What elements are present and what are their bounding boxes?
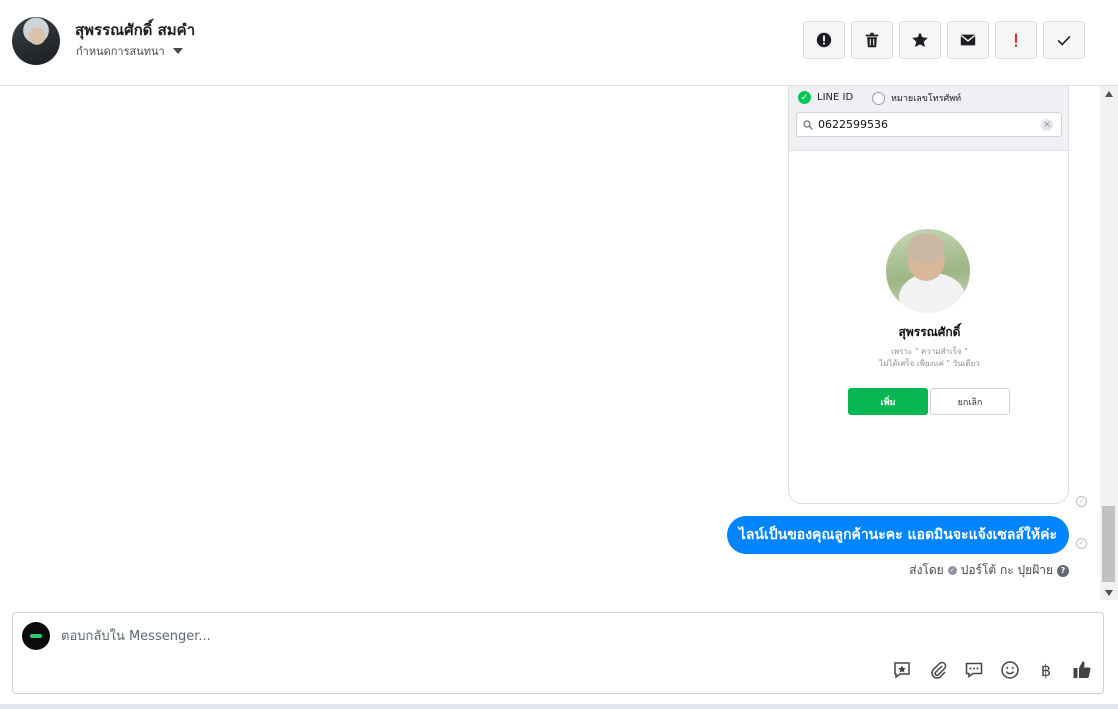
radio-icon xyxy=(872,91,885,105)
line-id-label: LINE ID xyxy=(817,92,854,103)
phone-number-option: หมายเลขโทรศัพท์ xyxy=(872,91,961,105)
line-profile-photo xyxy=(886,229,970,313)
like-button[interactable] xyxy=(1071,659,1093,681)
star-button[interactable] xyxy=(899,21,941,59)
help-icon[interactable]: ? xyxy=(1057,564,1069,577)
thumbs-up-icon xyxy=(1073,661,1091,678)
caret-down-icon xyxy=(172,48,183,54)
line-search-panel: ✓ LINE ID หมายเลขโทรศัพท์ 0622599536 × xyxy=(789,86,1068,151)
saved-replies-button[interactable] xyxy=(891,659,913,681)
emoji-icon xyxy=(1001,661,1019,679)
verified-icon: ✓ xyxy=(947,566,957,575)
mark-spam-button[interactable] xyxy=(803,21,845,59)
mark-done-button[interactable] xyxy=(1043,21,1085,59)
trash-icon xyxy=(865,32,879,48)
saved-reply-icon xyxy=(894,662,910,679)
assign-conversation-dropdown[interactable]: กำหนดการสนทนา xyxy=(76,42,183,60)
assign-label: กำหนดการสนทนา xyxy=(76,45,165,58)
exclamation-icon xyxy=(1014,33,1018,47)
check-circle-icon: ✓ xyxy=(798,91,811,104)
line-search-value: 0622599536 xyxy=(818,118,888,131)
scroll-down-icon[interactable] xyxy=(1105,590,1113,596)
shared-image-attachment[interactable]: ✓ LINE ID หมายเลขโทรศัพท์ 0622599536 × ส… xyxy=(788,86,1069,504)
search-icon xyxy=(803,119,813,130)
line-cancel-button: ยกเลิก xyxy=(930,388,1010,415)
seen-check-icon: ✓ xyxy=(1076,496,1087,507)
reply-composer: ฿ xyxy=(12,612,1104,694)
thread-scrollbar[interactable] xyxy=(1100,86,1118,600)
scroll-up-icon[interactable] xyxy=(1105,91,1113,97)
contact-avatar[interactable] xyxy=(12,17,60,65)
scroll-thumb[interactable] xyxy=(1102,506,1115,582)
status-line-1: เพราะ " ความสำเร็จ " xyxy=(891,347,968,356)
conversation-header: สุพรรณศักดิ์ สมคำ กำหนดการสนทนา xyxy=(0,0,1118,86)
sent-by-info: ส่งโดย ✓ ปอร์โต้ กะ ปุยฝ้าย ? xyxy=(909,561,1069,580)
reply-input[interactable] xyxy=(61,625,861,647)
quick-reply-button[interactable] xyxy=(963,659,985,681)
star-icon xyxy=(912,32,928,48)
alert-circle-icon xyxy=(816,32,832,48)
messenger-inbox: สุพรรณศักดิ์ สมคำ กำหนดการสนทนา ✓ LINE I… xyxy=(0,0,1118,709)
follow-up-button[interactable] xyxy=(995,21,1037,59)
seen-check-icon: ✓ xyxy=(1076,538,1087,549)
contact-name[interactable]: สุพรรณศักดิ์ สมคำ xyxy=(75,18,195,42)
emoji-button[interactable] xyxy=(999,659,1021,681)
delete-button[interactable] xyxy=(851,21,893,59)
baht-icon: ฿ xyxy=(1040,660,1052,680)
message-thread: ✓ LINE ID หมายเลขโทรศัพท์ 0622599536 × ส… xyxy=(0,86,1100,600)
phone-number-label: หมายเลขโทรศัพท์ xyxy=(891,94,962,104)
checkmark-icon xyxy=(1057,35,1071,46)
envelope-icon xyxy=(960,34,976,46)
sender-name: ปอร์โต้ กะ ปุยฝ้าย xyxy=(960,563,1053,577)
conversation-toolbar xyxy=(803,21,1085,59)
status-line-2: ไม่ได้เสร็จ เพียงแค่ " วันเดียว xyxy=(879,359,980,368)
mark-unread-button[interactable] xyxy=(947,21,989,59)
line-add-button: เพิ่ม xyxy=(848,388,928,415)
chat-bubble-icon xyxy=(965,662,983,678)
message-bubble[interactable]: ไลน์เป็นของคุณลูกค้านะคะ แอดมินจะแจ้งเซล… xyxy=(726,516,1069,554)
page-avatar xyxy=(22,622,50,650)
composer-tools: ฿ xyxy=(891,659,1093,681)
line-profile-name: สุพรรณศักดิ์ xyxy=(898,325,961,339)
attachment-icon xyxy=(931,661,947,679)
attach-file-button[interactable] xyxy=(927,659,949,681)
line-search-field: 0622599536 × xyxy=(796,112,1062,137)
line-profile-status: เพราะ " ความสำเร็จ " ไม่ได้เสร็จ เพียงแค… xyxy=(789,346,1068,370)
line-id-option: ✓ LINE ID xyxy=(798,91,853,104)
bottom-divider xyxy=(0,704,1118,709)
clear-icon: × xyxy=(1041,119,1053,131)
payment-button[interactable]: ฿ xyxy=(1035,659,1057,681)
sent-by-label: ส่งโดย xyxy=(909,563,944,577)
